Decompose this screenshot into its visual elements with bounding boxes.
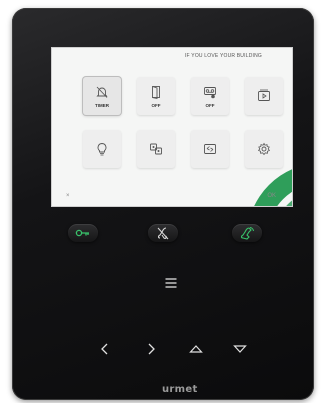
door-open-button[interactable] <box>68 224 98 242</box>
nav-left-button[interactable] <box>97 341 113 357</box>
intercom-monitor: IF YOU LOVE YOUR BUILDING TIMER OFF OFF … <box>12 8 314 400</box>
ok-softkey[interactable]: OK <box>267 193 276 199</box>
handset-icon <box>240 227 254 240</box>
cancel-softkey[interactable]: × <box>66 193 70 199</box>
display-screen: IF YOU LOVE YOUR BUILDING TIMER OFF OFF … <box>52 48 292 206</box>
voicemail-icon <box>204 87 216 99</box>
brand-logo: urmet <box>162 384 198 395</box>
tile-door[interactable]: OFF <box>137 77 175 115</box>
tile-camera-switch[interactable] <box>191 130 229 168</box>
settings-icon <box>257 142 271 156</box>
mute-ring-icon <box>157 227 169 240</box>
tile-settings[interactable] <box>245 130 283 168</box>
mute-button[interactable] <box>148 224 178 242</box>
screen-title: IF YOU LOVE YOUR BUILDING <box>184 53 262 59</box>
video-playback-icon <box>258 89 270 101</box>
tile-timer[interactable]: TIMER <box>83 77 121 115</box>
key-icon <box>75 229 89 237</box>
menu-icon <box>165 278 177 288</box>
tile-label: TIMER <box>95 103 109 108</box>
camera-switch-icon <box>204 144 216 154</box>
nav-up-button[interactable] <box>188 341 204 357</box>
triangle-up-icon <box>189 345 203 353</box>
chevron-right-icon <box>148 343 155 355</box>
tile-intercom[interactable] <box>137 130 175 168</box>
lightbulb-icon <box>97 143 107 156</box>
tile-label: OFF <box>205 103 215 108</box>
door-icon <box>152 86 160 100</box>
answer-call-button[interactable] <box>232 224 262 242</box>
bell-off-icon <box>96 86 108 98</box>
tile-video-playback[interactable] <box>245 77 283 115</box>
triangle-down-icon <box>233 345 247 353</box>
tile-voicemail[interactable]: OFF <box>191 77 229 115</box>
chevron-left-icon <box>101 343 108 355</box>
tile-label: OFF <box>151 103 161 108</box>
tile-light[interactable] <box>83 130 121 168</box>
nav-down-button[interactable] <box>232 341 248 357</box>
nav-right-button[interactable] <box>143 341 159 357</box>
menu-button[interactable] <box>163 275 179 291</box>
intercom-icon <box>150 143 162 155</box>
